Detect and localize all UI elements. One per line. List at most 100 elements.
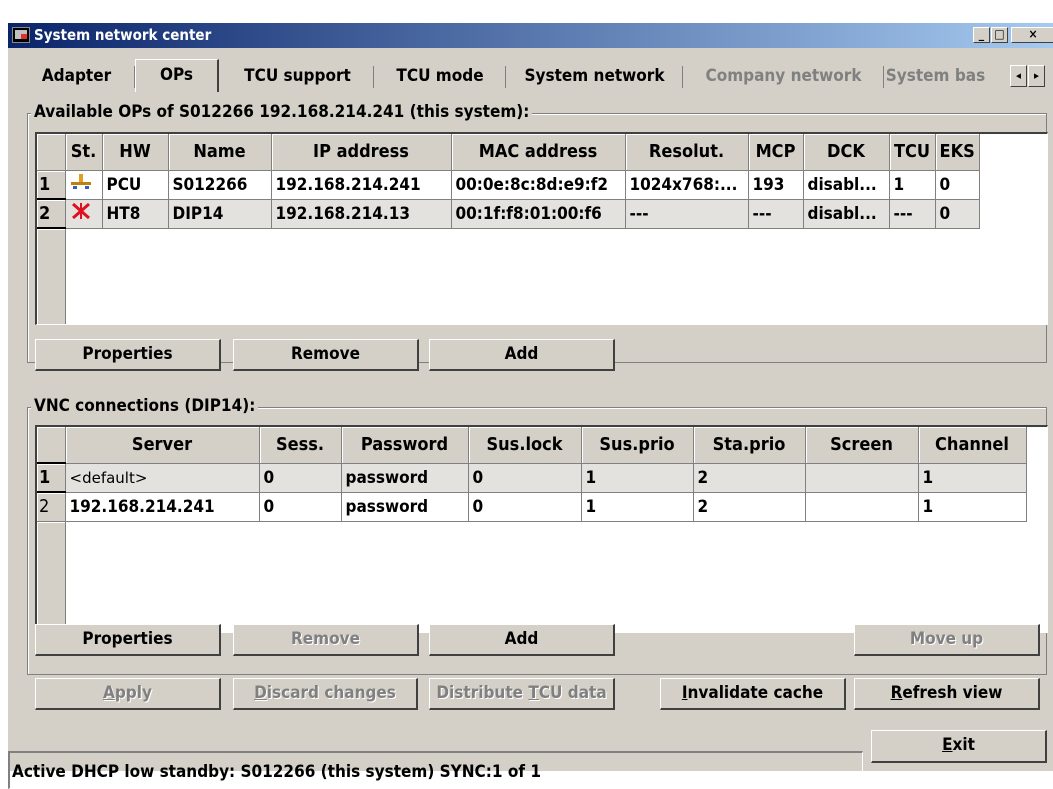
mcp-cell: 193 bbox=[748, 170, 804, 200]
distribute-label-post: CU data bbox=[538, 683, 607, 703]
exit-button[interactable]: Exit bbox=[871, 730, 1047, 763]
sess-cell: 0 bbox=[259, 492, 342, 522]
column-header-status[interactable]: St. bbox=[65, 134, 103, 171]
row-number[interactable]: 1 bbox=[37, 462, 66, 493]
resolution-cell: 1024x768:... bbox=[625, 170, 749, 200]
dck-cell: disabl... bbox=[803, 199, 890, 229]
minimize-button[interactable]: _ bbox=[973, 27, 990, 43]
distribute-label-pre: Distribute bbox=[436, 683, 529, 703]
distribute-tcu-data-button[interactable]: Distribute TCU data bbox=[429, 678, 615, 710]
vnc-remove-button[interactable]: Remove bbox=[233, 624, 419, 656]
column-header-channel[interactable]: Channel bbox=[918, 427, 1027, 464]
invalidate-label: nvalidate cache bbox=[687, 683, 824, 703]
empty-cell bbox=[65, 228, 979, 324]
column-header-name[interactable]: Name bbox=[168, 134, 272, 171]
tab-system-network[interactable]: System network bbox=[506, 63, 683, 91]
discard-changes-button[interactable]: Discard changes bbox=[233, 678, 418, 710]
close-button[interactable]: × bbox=[1011, 27, 1053, 43]
mac-cell: 00:1f:f8:01:00:f6 bbox=[451, 199, 626, 229]
vnc-group-label: VNC connections (DIP14): bbox=[31, 396, 259, 416]
column-header-sta-prio[interactable]: Sta.prio bbox=[693, 427, 806, 464]
refresh-mnemonic: R bbox=[890, 683, 903, 703]
status-bar: Active DHCP low standby: S012266 (this s… bbox=[8, 751, 863, 789]
table-row[interactable]: 2 192.168.214.241 0 password 0 1 2 1 bbox=[37, 492, 1027, 522]
ops-remove-button[interactable]: Remove bbox=[233, 339, 419, 371]
tab-scroll-left-button[interactable]: ◂ bbox=[1010, 65, 1027, 87]
column-header-sus-prio[interactable]: Sus.prio bbox=[581, 427, 694, 464]
tab-ops[interactable]: OPs bbox=[135, 59, 219, 92]
column-header-eks[interactable]: EKS bbox=[935, 134, 980, 171]
tab-tcu-support[interactable]: TCU support bbox=[221, 63, 374, 91]
hw-cell: PCU bbox=[102, 170, 169, 200]
table-row[interactable]: 2 HT8 DIP14 192.168.214.13 00:1f:f8:01:0… bbox=[37, 198, 980, 229]
title-bar: System network center _ □ × bbox=[8, 23, 1053, 48]
status-cell bbox=[65, 199, 103, 229]
vnc-add-button[interactable]: Add bbox=[429, 624, 615, 656]
sta-prio-cell: 2 bbox=[693, 492, 806, 522]
tab-system-bas[interactable]: System bas bbox=[884, 63, 987, 91]
hw-cell: HT8 bbox=[102, 199, 169, 229]
maximize-button[interactable]: □ bbox=[991, 27, 1008, 43]
empty-cell bbox=[65, 521, 1026, 632]
move-up-button[interactable]: Move up bbox=[854, 624, 1040, 656]
table-row[interactable]: 1 <default> 0 password 0 1 2 1 bbox=[37, 462, 1027, 493]
window-title: System network center bbox=[34, 26, 212, 44]
name-cell: DIP14 bbox=[168, 199, 272, 229]
sta-prio-cell: 2 bbox=[693, 463, 806, 493]
network-icon bbox=[70, 174, 91, 189]
vnc-table-header: Server Sess. Password Sus.lock Sus.prio … bbox=[37, 427, 1027, 464]
column-header bbox=[37, 134, 66, 171]
column-header-hw[interactable]: HW bbox=[102, 134, 169, 171]
row-number[interactable]: 2 bbox=[37, 492, 66, 522]
tab-tcu-mode[interactable]: TCU mode bbox=[374, 63, 506, 91]
vnc-table[interactable]: Server Sess. Password Sus.lock Sus.prio … bbox=[35, 425, 1048, 633]
vnc-properties-button[interactable]: Properties bbox=[35, 624, 221, 656]
sus-lock-cell: 0 bbox=[468, 463, 582, 493]
discard-label: iscard changes bbox=[266, 683, 396, 703]
mcp-cell: --- bbox=[748, 199, 804, 229]
main-window: System network center _ □ × Adapter OPs … bbox=[7, 22, 1053, 789]
sess-cell: 0 bbox=[259, 463, 342, 493]
column-header-tcu[interactable]: TCU bbox=[889, 134, 936, 171]
row-number[interactable]: 1 bbox=[37, 170, 66, 200]
column-header-screen[interactable]: Screen bbox=[805, 427, 919, 464]
channel-cell: 1 bbox=[918, 492, 1027, 522]
column-header-resolution[interactable]: Resolut. bbox=[625, 134, 749, 171]
refresh-view-button[interactable]: Refresh view bbox=[854, 678, 1040, 710]
tab-company-network[interactable]: Company network bbox=[683, 63, 884, 91]
server-cell: <default> bbox=[65, 463, 260, 493]
eks-cell: 0 bbox=[935, 170, 980, 200]
apply-button[interactable]: Apply bbox=[35, 678, 221, 710]
tab-adapter[interactable]: Adapter bbox=[18, 63, 135, 91]
column-header-ip-address[interactable]: IP address bbox=[271, 134, 452, 171]
resolution-cell: --- bbox=[625, 199, 749, 229]
ops-table-header: St. HW Name IP address MAC address Resol… bbox=[37, 134, 980, 171]
tab-scroll-right-button[interactable]: ▸ bbox=[1028, 65, 1045, 87]
screen-cell bbox=[805, 463, 919, 493]
name-cell: S012266 bbox=[168, 170, 272, 200]
row-number[interactable]: 2 bbox=[37, 198, 66, 229]
apply-mnemonic: A bbox=[103, 683, 115, 703]
password-cell: password bbox=[341, 463, 469, 493]
table-empty-area bbox=[37, 521, 1026, 632]
sus-lock-cell: 0 bbox=[468, 492, 582, 522]
mac-cell: 00:0e:8c:8d:e9:f2 bbox=[451, 170, 626, 200]
table-row[interactable]: 1 PCU S012266 192.168.214.241 00:0e:8c:8… bbox=[37, 170, 980, 200]
ops-properties-button[interactable]: Properties bbox=[35, 339, 221, 371]
tcu-cell: --- bbox=[889, 199, 936, 229]
column-header-password[interactable]: Password bbox=[341, 427, 469, 464]
ops-add-button[interactable]: Add bbox=[429, 339, 615, 371]
column-header bbox=[37, 427, 66, 464]
column-header-sess[interactable]: Sess. bbox=[259, 427, 342, 464]
channel-cell: 1 bbox=[918, 463, 1027, 493]
column-header-server[interactable]: Server bbox=[65, 427, 260, 464]
app-icon bbox=[12, 27, 30, 43]
invalidate-cache-button[interactable]: Invalidate cache bbox=[660, 678, 846, 710]
column-header-mac-address[interactable]: MAC address bbox=[451, 134, 626, 171]
ops-table[interactable]: St. HW Name IP address MAC address Resol… bbox=[35, 132, 1048, 325]
server-cell: 192.168.214.241 bbox=[65, 492, 260, 522]
column-header-dck[interactable]: DCK bbox=[803, 134, 890, 171]
column-header-mcp[interactable]: MCP bbox=[748, 134, 804, 171]
ip-cell: 192.168.214.13 bbox=[271, 199, 452, 229]
column-header-sus-lock[interactable]: Sus.lock bbox=[468, 427, 582, 464]
